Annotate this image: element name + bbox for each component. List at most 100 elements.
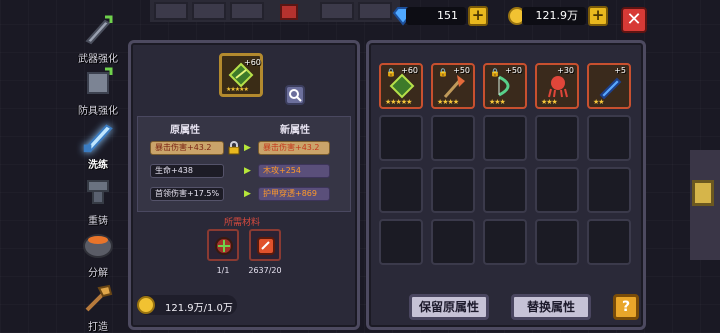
new-attribute-2: 木攻+254 [258,164,330,178]
gold-value: 121.9万 [522,7,586,25]
torch-icon [280,4,298,20]
armor-upgrade-icon [80,64,116,100]
new-attribute-1: 暴击伤害+43.2 [258,141,330,155]
inventory-panel: 🔒 +60 ★★★★★ 🔒 +50 ★★★★ 🔒 +50 ★★★ +30 ★★★… [366,40,646,330]
arrow-icon: ▶ [244,143,251,153]
slot-stars: ★★★★ [437,98,459,106]
inventory-slot-empty[interactable] [379,115,423,161]
inventory-slot-empty[interactable] [535,219,579,265]
gold-cost: 121.9万/1.0万 [137,295,237,315]
nav-label: 武器强化 [78,54,118,65]
material-slot-stone[interactable] [249,229,281,261]
anvil-icon [80,174,116,210]
materials-title: 所需材料 [224,218,261,228]
hammer-icon [80,280,116,316]
refine-panel: +60 ★★★★★ 原属性 新属性 暴击伤害+43.2 ▶ 暴击伤害+43.2 … [128,40,360,330]
inventory-slot-empty[interactable] [587,219,631,265]
inventory-slot[interactable]: 🔒 +50 ★★★★ [431,63,475,109]
magnifier-icon [289,89,302,102]
nav-item-armor-upgrade[interactable]: 防具强化 [70,64,126,117]
wall-brick [230,2,264,20]
old-attributes-title: 原属性 [170,125,200,136]
item-stars: ★★★★★ [226,86,249,93]
inventory-slot-empty[interactable] [483,219,527,265]
nav-label: 打造 [88,322,108,333]
arrow-icon: ▶ [244,166,251,176]
inventory-slot-empty[interactable] [587,167,631,213]
selected-item-slot[interactable]: +60 ★★★★★ [219,53,263,97]
sword-upgrade-icon [80,12,116,48]
green-bow-icon [498,75,510,97]
red-octopus-pet-icon [548,76,568,98]
forge-pot-icon [80,226,116,262]
slot-level: +50 [505,66,522,75]
inventory-slot-empty[interactable] [379,167,423,213]
nav-item-recast[interactable]: 重铸 [70,174,126,227]
refine-stone-icon [257,237,275,255]
slot-stars: ★★★ [541,98,558,106]
material-count-stone: 2637/20 [248,266,282,275]
slot-level: +50 [453,66,470,75]
inventory-slot-empty[interactable] [431,167,475,213]
lamp-icon [692,180,714,206]
inventory-slot-empty[interactable] [535,167,579,213]
replace-attributes-button[interactable]: 替换属性 [511,294,591,320]
battle-axe-icon [443,75,465,98]
add-gold-button[interactable]: + [588,6,608,26]
slot-stars: ★★★ [489,98,506,106]
dungeon-wall [150,0,400,22]
inventory-slot-empty[interactable] [431,219,475,265]
wall-brick [154,2,188,20]
old-attribute-3: 首领伤害+17.5% [150,187,224,201]
slot-level: +5 [614,66,626,75]
inventory-slot-empty[interactable] [379,219,423,265]
slot-level: +60 [401,66,418,75]
nav-label: 防具强化 [78,106,118,117]
inspect-button[interactable] [285,85,305,105]
nav-label: 洗练 [88,160,108,171]
material-slot-relic[interactable] [207,229,239,261]
inventory-slot[interactable]: +5 ★★ [587,63,631,109]
nav-label: 重铸 [88,216,108,227]
inventory-slot-empty[interactable] [483,115,527,161]
nav-item-craft[interactable]: 打造 [70,280,126,333]
attribute-compare: 原属性 新属性 暴击伤害+43.2 ▶ 暴击伤害+43.2 生命+438 ▶ 木… [137,116,351,212]
material-count-relic: 1/1 [216,266,230,275]
keep-original-button[interactable]: 保留原属性 [409,294,489,320]
blue-sword-icon [599,77,622,99]
nav-item-refine[interactable]: 洗练 [70,118,126,171]
close-button[interactable]: ✕ [621,7,647,33]
green-leaf-relic-icon [389,73,415,99]
slot-stars: ★★★★★ [385,98,412,106]
nav-item-dismantle[interactable]: 分解 [70,226,126,279]
relic-material-icon [215,237,233,255]
gem-value: 151 [406,7,466,25]
old-attribute-2: 生命+438 [150,164,224,178]
nav-item-weapon-upgrade[interactable]: 武器强化 [70,12,126,65]
slot-stars: ★★ [593,98,605,106]
new-attribute-3: 护甲穿透+869 [258,187,330,201]
wall-brick [320,2,354,20]
inventory-slot[interactable]: 🔒 +50 ★★★ [483,63,527,109]
inventory-slot-empty[interactable] [431,115,475,161]
item-level: +60 [244,58,261,67]
gem-counter: 151 + [392,6,488,26]
old-attribute-1: 暴击伤害+43.2 [150,141,224,155]
lock-icon[interactable] [228,141,240,155]
arrow-icon: ▶ [244,189,251,199]
gold-counter: 121.9万 + [508,6,608,26]
gold-coin-icon [137,296,155,314]
inventory-slot[interactable]: 🔒 +60 ★★★★★ [379,63,423,109]
wall-brick [192,2,226,20]
add-gems-button[interactable]: + [468,6,488,26]
nav-label: 分解 [88,268,108,279]
inventory-slot-empty[interactable] [535,115,579,161]
wall-brick [358,2,392,20]
inventory-slot-empty[interactable] [483,167,527,213]
help-button[interactable]: ? [613,294,639,320]
inventory-slot-empty[interactable] [587,115,631,161]
forge-side-nav: 武器强化 防具强化 洗练 重铸 分解 打造 [70,0,126,333]
slot-level: +30 [557,66,574,75]
inventory-slot[interactable]: +30 ★★★ [535,63,579,109]
new-attributes-title: 新属性 [280,125,310,136]
